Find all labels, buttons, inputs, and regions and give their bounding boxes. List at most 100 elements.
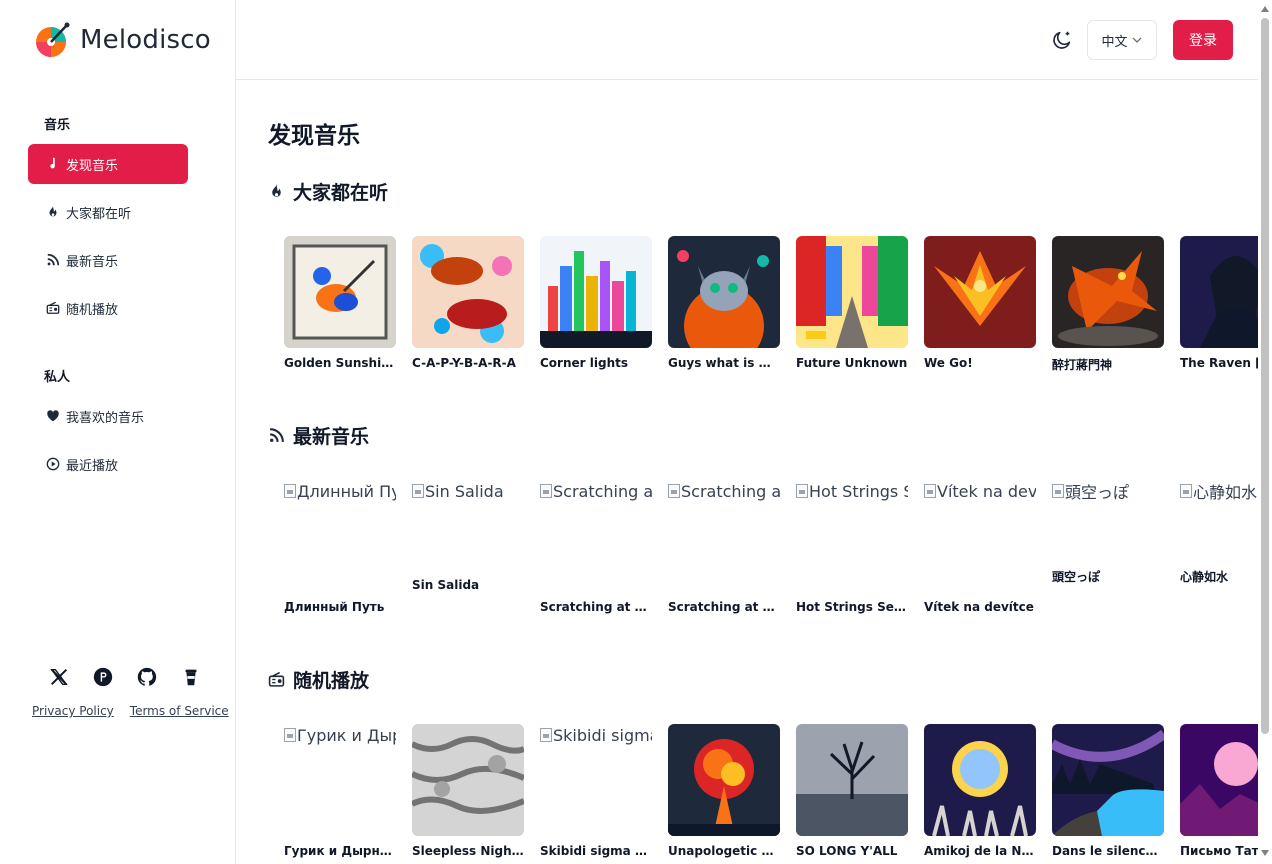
song-card[interactable]: Длинный Пу Длинный Путь [284, 480, 396, 614]
sidebar-item-trending[interactable]: 大家都在听 [28, 192, 188, 232]
song-card[interactable]: Scratching at Scratching at th... [668, 480, 780, 614]
section-header-random: 随机播放 [268, 666, 369, 693]
sidebar-item-recent[interactable]: 最近播放 [28, 444, 188, 484]
broken-image: Vítek na dev [924, 480, 1036, 502]
sidebar-item-liked[interactable]: 我喜欢的音乐 [28, 396, 188, 436]
broken-image: Sin Salida [412, 480, 524, 502]
song-card[interactable]: 頭空っぽ 頭空っぽ [1052, 480, 1164, 585]
song-title: Гурик и Дырник [284, 844, 396, 858]
song-cover [1180, 724, 1258, 836]
song-card[interactable]: Гурик и Дыр Гурик и Дырник [284, 724, 396, 858]
song-card[interactable]: Scratching at Scratching at th... [540, 480, 652, 614]
song-card[interactable]: Amikoj de la No... [924, 724, 1036, 858]
top-header: 中文 登录 [236, 0, 1258, 80]
sidebar-item-label: 大家都在听 [66, 206, 132, 222]
broken-image-icon [540, 728, 552, 742]
song-card[interactable]: Sleepless Nights [412, 724, 524, 858]
broken-image: Scratching at [540, 480, 652, 502]
play-circle-icon [46, 457, 60, 471]
song-card[interactable]: The Raven [S [1180, 236, 1258, 373]
song-card[interactable]: SO LONG Y'ALL [796, 724, 908, 858]
song-cover [412, 236, 524, 348]
song-title: Длинный Путь [284, 600, 385, 614]
privacy-policy-link[interactable]: Privacy Policy [32, 704, 114, 718]
song-card[interactable]: Dans le silence d... [1052, 724, 1164, 858]
section-title: 最新音乐 [293, 426, 370, 448]
scroll-up-arrow-icon[interactable] [1261, 6, 1269, 12]
song-title: Scratching at th... [540, 600, 652, 614]
brand[interactable]: Melodisco [34, 22, 211, 58]
broken-image-icon [1180, 484, 1192, 498]
scroll-down-arrow-icon[interactable] [1261, 850, 1269, 856]
song-card[interactable]: 心静如水 心静如水 [1180, 480, 1258, 585]
song-title: 醉打蔣門神 [1052, 358, 1113, 372]
song-title: Skibidi sigma ohio [540, 844, 652, 858]
song-cover [668, 724, 780, 836]
song-title: SO LONG Y'ALL [796, 844, 898, 858]
song-card[interactable]: Skibidi sigma Skibidi sigma ohio [540, 724, 652, 858]
broken-image: Hot Strings S [796, 480, 908, 502]
song-title: Corner lights [540, 356, 628, 370]
image-alt-text: Sin Salida [425, 481, 504, 501]
song-card[interactable]: Guys what is wr... [668, 236, 780, 373]
sidebar-item-random[interactable]: 随机播放 [28, 288, 188, 328]
image-alt-text: 頭空っぽ [1065, 483, 1130, 502]
song-title: The Raven [S [1180, 356, 1258, 370]
language-select[interactable]: 中文 [1087, 20, 1157, 60]
section-title-music: 音乐 [44, 118, 71, 133]
sidebar-item-label: 随机播放 [66, 302, 119, 318]
song-card[interactable]: We Go! [924, 236, 1036, 373]
x-icon[interactable] [48, 666, 70, 688]
song-title: Amikoj de la No... [924, 844, 1036, 858]
broken-image-icon [668, 484, 680, 498]
radio-icon [46, 301, 60, 314]
melodisco-logo-icon [36, 22, 70, 57]
song-card[interactable]: Письмо Тать [1180, 724, 1258, 858]
producthunt-icon[interactable] [92, 666, 114, 688]
radio-icon [268, 671, 285, 687]
image-alt-text: 心静如水 [1193, 483, 1258, 502]
song-title: Hot Strings Sere... [796, 600, 908, 614]
song-cover [1052, 724, 1164, 836]
scroll-thumb[interactable] [1261, 18, 1269, 734]
sidebar-item-discover[interactable]: 发现音乐 [28, 144, 188, 184]
song-title: Golden Sunshine... [284, 356, 396, 370]
sidebar-item-label: 最新音乐 [66, 254, 119, 270]
song-card[interactable]: Hot Strings S Hot Strings Sere... [796, 480, 908, 614]
broken-image: Skibidi sigma [540, 724, 652, 746]
section-title-private: 私人 [44, 370, 71, 385]
terms-of-service-link[interactable]: Terms of Service [130, 704, 229, 718]
broken-image-icon [1052, 484, 1064, 498]
heart-icon [47, 410, 59, 422]
broken-image: 頭空っぽ [1052, 480, 1164, 502]
broken-image-icon [924, 484, 936, 498]
app-root: Melodisco 音乐 发现音乐 大家都在听 最新音乐 随机播放 私人 我喜欢… [0, 0, 1272, 864]
footer-links: Privacy Policy Terms of Service [32, 704, 229, 718]
song-card[interactable]: Vítek na dev Vítek na devítce [924, 480, 1036, 614]
theme-toggle-moon-icon[interactable] [1051, 29, 1073, 51]
main-content: 发现音乐 大家都在听 Golden Sunshine... C-A-P-Y-B-… [236, 80, 1258, 864]
coffee-icon[interactable] [180, 666, 202, 688]
song-card[interactable]: 醉打蔣門神 [1052, 236, 1164, 373]
music-note-icon [50, 157, 55, 169]
song-title: Sleepless Nights [412, 844, 524, 858]
sidebar-item-latest[interactable]: 最新音乐 [28, 240, 188, 280]
song-title: Письмо Тать [1180, 844, 1258, 858]
image-alt-text: Длинный Пу [297, 481, 396, 501]
song-card[interactable]: Future Unknown [796, 236, 908, 373]
song-cover [796, 236, 908, 348]
flame-icon [49, 205, 57, 217]
song-card[interactable]: Unapologetic Lo... [668, 724, 780, 858]
song-card[interactable]: Golden Sunshine... [284, 236, 396, 373]
image-alt-text: Skibidi sigma [553, 725, 652, 745]
login-button[interactable]: 登录 [1173, 20, 1233, 60]
page-scrollbar[interactable] [1258, 0, 1272, 864]
broken-image: Scratching at [668, 480, 780, 502]
song-card[interactable]: Sin Salida Sin Salida [412, 480, 524, 592]
song-card[interactable]: C-A-P-Y-B-A-R-A [412, 236, 524, 373]
github-icon[interactable] [136, 666, 158, 688]
trending-row: Golden Sunshine... C-A-P-Y-B-A-R-A Corne… [284, 236, 1258, 373]
section-title: 随机播放 [293, 670, 370, 692]
song-card[interactable]: Corner lights [540, 236, 652, 373]
song-cover [924, 236, 1036, 348]
